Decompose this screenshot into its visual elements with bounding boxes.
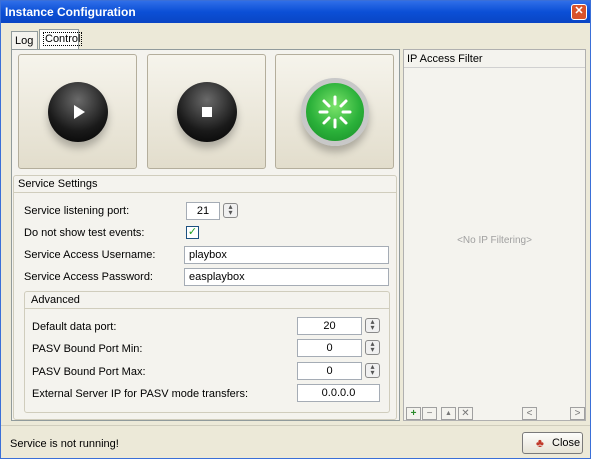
- tab-log-label: Log: [15, 35, 34, 47]
- test-events-label: Do not show test events:: [24, 227, 145, 239]
- pasv-min-input[interactable]: 0: [297, 339, 362, 357]
- data-port-input[interactable]: 20: [297, 317, 362, 335]
- play-icon: [48, 82, 108, 142]
- scroll-right-icon[interactable]: >: [570, 407, 585, 420]
- advanced-header: Advanced: [25, 292, 389, 309]
- status-bar: Service is not running! ♣ Close: [1, 425, 590, 459]
- service-settings-title: Service Settings: [18, 178, 98, 190]
- data-port-spinner[interactable]: ▴ ▾: [365, 318, 380, 333]
- remove-filter-icon[interactable]: −: [422, 407, 437, 420]
- close-button-label: Close: [552, 437, 581, 449]
- ip-access-filter-panel: IP Access Filter <No IP Filtering> + − ▲…: [403, 49, 586, 421]
- pasv-max-input[interactable]: 0: [297, 362, 362, 380]
- stop-button[interactable]: [147, 54, 266, 169]
- stop-icon: [177, 82, 237, 142]
- username-label: Service Access Username:: [24, 249, 156, 261]
- service-port-spinner[interactable]: ▴ ▾: [223, 203, 238, 218]
- close-button[interactable]: ♣ Close: [522, 432, 583, 454]
- instance-config-window: Instance Configuration ✕ Log Control Ser…: [0, 0, 591, 459]
- pasv-min-spinner[interactable]: ▴ ▾: [365, 340, 380, 355]
- status-text: Service is not running!: [10, 438, 119, 450]
- password-label: Service Access Password:: [24, 271, 153, 283]
- scroll-left-icon[interactable]: <: [522, 407, 537, 420]
- tab-log[interactable]: Log: [11, 31, 38, 49]
- window-title: Instance Configuration: [5, 5, 136, 19]
- close-app-icon: ♣: [536, 436, 544, 450]
- window-close-icon[interactable]: ✕: [571, 4, 587, 20]
- service-settings-header: Service Settings: [14, 176, 396, 193]
- pasv-max-label: PASV Bound Port Max:: [32, 366, 146, 378]
- play-button[interactable]: [18, 54, 137, 169]
- pasv-min-label: PASV Bound Port Min:: [32, 343, 143, 355]
- test-events-checkbox[interactable]: ✓: [186, 226, 199, 239]
- ext-ip-label: External Server IP for PASV mode transfe…: [32, 388, 249, 400]
- ext-ip-input[interactable]: 0.0.0.0: [297, 384, 380, 402]
- service-port-input[interactable]: 21: [186, 202, 220, 220]
- tab-control[interactable]: Control: [39, 29, 83, 49]
- advanced-title: Advanced: [31, 294, 80, 306]
- title-bar: Instance Configuration ✕: [1, 1, 590, 23]
- password-input[interactable]: easplaybox: [184, 268, 389, 286]
- pasv-max-spinner[interactable]: ▴ ▾: [365, 363, 380, 378]
- port-label: Service listening port:: [24, 205, 130, 217]
- data-port-label: Default data port:: [32, 321, 117, 333]
- tab-control-label: Control: [43, 32, 83, 46]
- loading-icon: [301, 78, 369, 146]
- ip-filter-title: IP Access Filter: [407, 53, 483, 65]
- ip-filter-empty-text: <No IP Filtering>: [457, 235, 532, 246]
- ip-filter-header: IP Access Filter: [404, 50, 585, 68]
- username-input[interactable]: playbox: [184, 246, 389, 264]
- move-up-icon[interactable]: ▲: [441, 407, 456, 420]
- delete-filter-icon[interactable]: ✕: [458, 407, 473, 420]
- add-filter-icon[interactable]: +: [406, 407, 421, 420]
- running-button[interactable]: [275, 54, 394, 169]
